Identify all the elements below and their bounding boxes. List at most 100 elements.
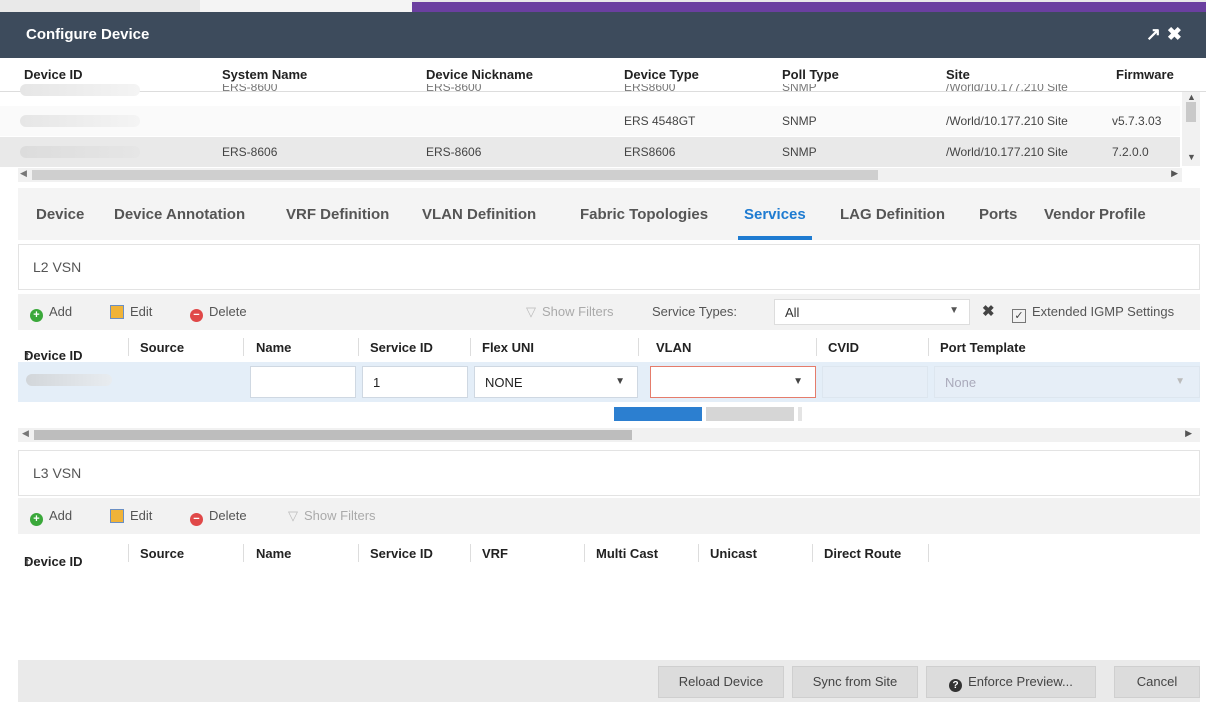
service-types-value: All xyxy=(785,305,800,320)
chevron-down-icon: ▼ xyxy=(949,305,959,316)
divider xyxy=(358,544,359,562)
divider xyxy=(584,544,585,562)
cancel-button[interactable]: Cancel xyxy=(1114,666,1200,698)
col-service-id[interactable]: Service ID xyxy=(370,340,433,355)
device-row[interactable]: ERS 4548GT SNMP /World/10.177.210 Site v… xyxy=(0,106,1180,136)
firmware-cell: v5.7.3.03 xyxy=(1112,114,1162,128)
system-name-cell: ERS-8606 xyxy=(222,145,278,159)
scroll-right-icon[interactable]: ▶ xyxy=(1171,168,1178,179)
window-controls: ↗✖ xyxy=(1146,24,1188,45)
sync-from-site-button[interactable]: Sync from Site xyxy=(792,666,918,698)
chevron-down-icon: ▼ xyxy=(1175,376,1185,387)
col-device-id[interactable]: Device ID xyxy=(24,67,83,82)
scroll-left-icon[interactable]: ◀ xyxy=(22,428,29,439)
service-types-label: Service Types: xyxy=(652,304,738,319)
tab-lag-definition[interactable]: LAG Definition xyxy=(840,206,945,223)
col-site[interactable]: Site xyxy=(946,67,970,82)
scroll-thumb[interactable] xyxy=(34,430,632,440)
col-vrf[interactable]: VRF xyxy=(482,546,508,561)
l2vsn-edit-row[interactable]: 1 NONE ▼ ▼ None ▼ xyxy=(18,362,1200,402)
l2-delete-button[interactable]: − Delete xyxy=(190,304,247,322)
maximize-icon[interactable]: ↗ xyxy=(1146,24,1167,44)
extended-igmp-checkbox[interactable]: ✓ Extended IGMP Settings xyxy=(1012,304,1174,323)
col-source[interactable]: Source xyxy=(140,340,184,355)
show-filters-label: Show Filters xyxy=(542,304,614,319)
col-name[interactable]: Name xyxy=(256,340,291,355)
vlan-select[interactable]: ▼ xyxy=(650,366,816,398)
tab-services[interactable]: Services xyxy=(738,206,812,240)
col-port-template[interactable]: Port Template xyxy=(940,340,1026,355)
col-device-nickname[interactable]: Device Nickname xyxy=(426,67,533,82)
tab-device[interactable]: Device xyxy=(36,206,84,223)
divider xyxy=(470,544,471,562)
l2-add-button[interactable]: + Add xyxy=(30,304,72,322)
chevron-down-icon: ▼ xyxy=(793,376,803,387)
l2-show-filters-button[interactable]: ▽ Show Filters xyxy=(526,304,614,320)
scroll-thumb[interactable] xyxy=(32,170,878,180)
help-icon: ? xyxy=(949,679,963,692)
scroll-left-icon[interactable]: ◀ xyxy=(20,168,27,179)
col-service-id[interactable]: Service ID xyxy=(370,546,433,561)
scroll-right-icon[interactable]: ▶ xyxy=(1185,428,1192,439)
service-types-select[interactable]: All ▼ xyxy=(774,299,970,325)
l2vsn-title: L2 VSN xyxy=(33,259,82,275)
tab-vlan-definition[interactable]: VLAN Definition xyxy=(422,206,536,223)
add-label: Add xyxy=(49,508,73,523)
device-table-hscroll[interactable]: ◀ ▶ xyxy=(18,168,1182,182)
row-update-button[interactable] xyxy=(614,407,702,421)
device-id-redacted xyxy=(20,115,140,127)
l3-edit-button[interactable]: Edit xyxy=(110,508,152,523)
cvid-input[interactable] xyxy=(822,366,928,398)
l2-edit-button[interactable]: Edit xyxy=(110,304,152,319)
divider xyxy=(928,338,929,356)
flex-uni-select[interactable]: NONE ▼ xyxy=(474,366,638,398)
tab-vrf-definition[interactable]: VRF Definition xyxy=(286,206,389,223)
l3-add-button[interactable]: + Add xyxy=(30,508,72,526)
l3-show-filters-button[interactable]: ▽ Show Filters xyxy=(288,508,376,524)
enforce-preview-button[interactable]: ? Enforce Preview... xyxy=(926,666,1096,698)
add-icon: + xyxy=(30,309,43,322)
site-cell: /World/10.177.210 Site xyxy=(946,145,1068,159)
device-id-redacted xyxy=(20,84,140,96)
enforce-preview-label: Enforce Preview... xyxy=(968,674,1073,689)
col-firmware[interactable]: Firmware xyxy=(1116,67,1174,82)
delete-icon: − xyxy=(190,309,203,322)
top-strip-segment xyxy=(200,0,412,12)
tab-device-annotation[interactable]: Device Annotation xyxy=(114,206,245,223)
poll-type-cell: SNMP xyxy=(782,84,817,94)
scroll-up-icon[interactable]: ▲ xyxy=(1187,92,1196,102)
device-table-vscroll[interactable]: ▲ ▼ xyxy=(1182,92,1200,166)
scroll-down-icon[interactable]: ▼ xyxy=(1187,152,1196,162)
name-input[interactable] xyxy=(250,366,356,398)
poll-type-cell: SNMP xyxy=(782,145,817,159)
close-icon[interactable]: ✖ xyxy=(1167,24,1188,44)
col-poll-type[interactable]: Poll Type xyxy=(782,67,839,82)
col-cvid[interactable]: CVID xyxy=(828,340,859,355)
col-vlan[interactable]: VLAN xyxy=(656,340,691,355)
device-row[interactable]: ERS-8600 ERS-8600 ERS8600 SNMP /World/10… xyxy=(0,84,1180,96)
clear-filter-icon[interactable]: ✖ xyxy=(982,302,995,320)
site-cell: /World/10.177.210 Site xyxy=(946,114,1068,128)
tab-fabric-topologies[interactable]: Fabric Topologies xyxy=(580,206,708,223)
service-id-input[interactable]: 1 xyxy=(362,366,468,398)
device-row-selected[interactable]: ERS-8606 ERS-8606 ERS8606 SNMP /World/10… xyxy=(0,137,1180,167)
row-cancel-button[interactable] xyxy=(706,407,794,421)
tab-ports[interactable]: Ports xyxy=(979,206,1017,223)
col-source[interactable]: Source xyxy=(140,546,184,561)
scroll-thumb[interactable] xyxy=(1186,102,1196,122)
l3-delete-button[interactable]: − Delete xyxy=(190,508,247,526)
col-unicast[interactable]: Unicast xyxy=(710,546,757,561)
col-flex-uni[interactable]: Flex UNI xyxy=(482,340,534,355)
col-device-type[interactable]: Device Type xyxy=(624,67,699,82)
tab-vendor-profile[interactable]: Vendor Profile xyxy=(1044,206,1146,223)
col-direct-route[interactable]: Direct Route xyxy=(824,546,901,561)
col-multi-cast[interactable]: Multi Cast xyxy=(596,546,658,561)
reload-device-button[interactable]: Reload Device xyxy=(658,666,784,698)
col-system-name[interactable]: System Name xyxy=(222,67,307,82)
col-name[interactable]: Name xyxy=(256,546,291,561)
col-label: Device ID xyxy=(24,554,83,569)
delete-label: Delete xyxy=(209,508,247,523)
l2vsn-toolbar: + Add Edit − Delete ▽ Show Filters Service … xyxy=(18,294,1200,330)
l2vsn-hscroll[interactable]: ◀ ▶ xyxy=(18,428,1200,442)
port-template-select[interactable]: None ▼ xyxy=(934,366,1200,398)
